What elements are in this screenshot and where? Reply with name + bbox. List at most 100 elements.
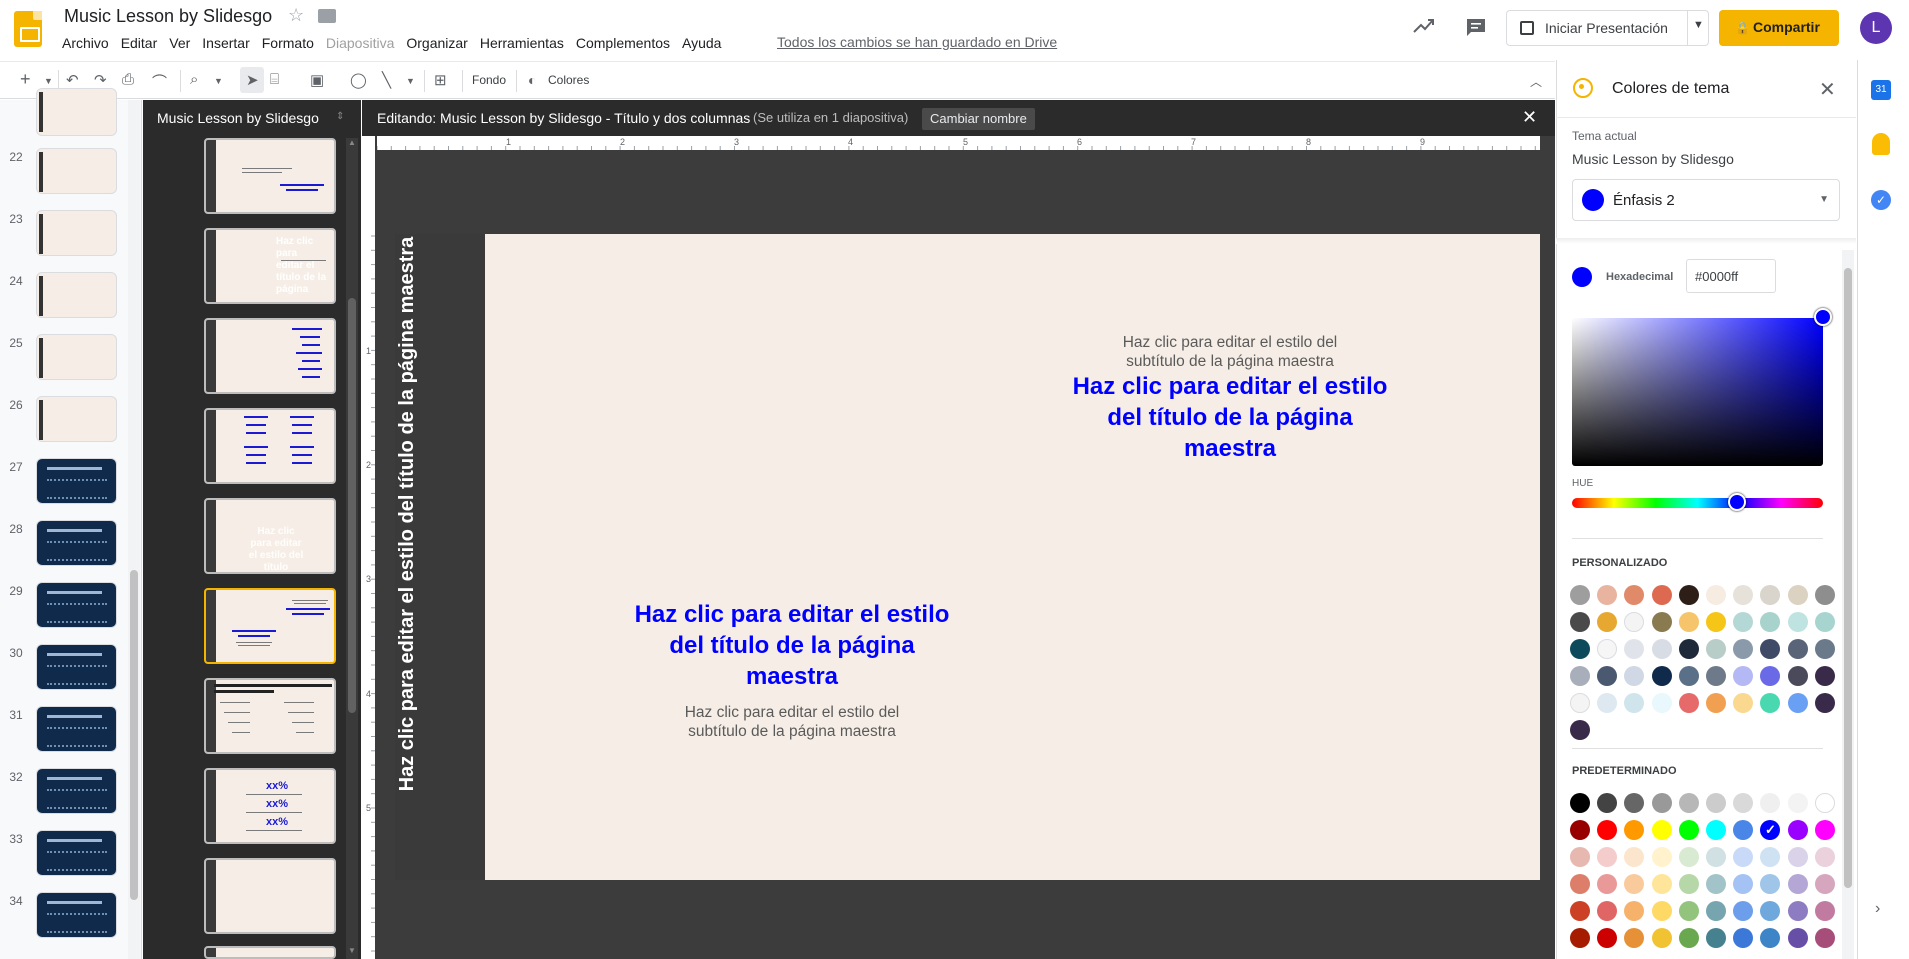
close-panel-icon[interactable]: ✕	[1819, 77, 1836, 102]
custom-color-swatch[interactable]	[1570, 720, 1590, 740]
default-color-swatch[interactable]	[1678, 793, 1699, 813]
filmstrip-scroll-thumb[interactable]	[130, 570, 138, 900]
custom-color-swatch[interactable]	[1651, 639, 1672, 659]
select-cursor-icon[interactable]: ➤	[246, 71, 259, 89]
layout-thumb[interactable]	[204, 408, 336, 484]
slide-canvas[interactable]	[485, 234, 1540, 880]
custom-color-swatch[interactable]	[1706, 666, 1726, 686]
custom-color-swatch[interactable]	[1787, 666, 1808, 686]
rename-button[interactable]: Cambiar nombre	[922, 108, 1035, 130]
menu-ayuda[interactable]: Ayuda	[676, 34, 727, 52]
keep-icon[interactable]	[1872, 133, 1890, 155]
filmstrip-slide-thumb[interactable]	[36, 396, 117, 442]
menu-herramientas[interactable]: Herramientas	[474, 34, 570, 52]
default-color-swatch[interactable]	[1570, 820, 1590, 840]
custom-color-swatch[interactable]	[1787, 693, 1808, 713]
background-button[interactable]: Fondo	[472, 73, 506, 87]
custom-color-swatch[interactable]	[1787, 585, 1808, 605]
custom-color-swatch[interactable]	[1814, 639, 1835, 659]
custom-color-swatch[interactable]	[1814, 693, 1835, 713]
custom-color-swatch[interactable]	[1814, 612, 1835, 632]
custom-color-swatch[interactable]	[1706, 585, 1726, 605]
menu-ver[interactable]: Ver	[163, 34, 196, 52]
custom-color-swatch[interactable]	[1570, 612, 1590, 632]
default-color-swatch[interactable]	[1814, 820, 1835, 840]
filmstrip-slide-thumb[interactable]	[36, 148, 117, 194]
star-icon[interactable]: ☆	[288, 5, 304, 26]
default-color-swatch[interactable]	[1570, 901, 1590, 921]
custom-color-swatch[interactable]	[1651, 612, 1672, 632]
account-avatar[interactable]: L	[1860, 12, 1892, 44]
layout-thumb-selected[interactable]	[204, 588, 336, 664]
layout-thumb[interactable]: xx% xx% xx%	[204, 768, 336, 844]
share-button[interactable]: 🔒 Compartir	[1719, 10, 1839, 46]
left-subtitle-placeholder[interactable]: Haz clic para editar el estilo del subtí…	[662, 703, 922, 741]
present-button[interactable]: Iniciar Presentación ▼	[1506, 10, 1709, 46]
filmstrip-slide-thumb[interactable]	[36, 88, 117, 136]
right-title-placeholder[interactable]: Haz clic para editar el estilo del títul…	[1060, 371, 1400, 464]
filmstrip-scrollbar[interactable]	[128, 100, 140, 959]
collapse-toolbar-icon[interactable]: ︿	[1530, 73, 1542, 90]
default-color-swatch[interactable]	[1787, 793, 1808, 813]
layouts-sort-icon[interactable]: ⇕	[336, 111, 344, 122]
layouts-scrollbar[interactable]	[346, 138, 358, 959]
comments-icon[interactable]	[1466, 18, 1486, 41]
filmstrip-slide-thumb[interactable]	[36, 458, 117, 504]
custom-color-swatch[interactable]	[1678, 666, 1699, 686]
default-color-swatch[interactable]	[1787, 820, 1808, 840]
layout-thumb[interactable]	[204, 318, 336, 394]
undo-icon[interactable]: ↶	[66, 71, 79, 89]
default-color-swatch[interactable]	[1787, 874, 1808, 894]
default-color-swatch[interactable]	[1651, 901, 1672, 921]
default-color-swatch[interactable]	[1678, 901, 1699, 921]
custom-color-swatch[interactable]	[1570, 585, 1590, 605]
default-color-swatch[interactable]	[1651, 847, 1672, 867]
saturation-handle[interactable]	[1814, 308, 1832, 326]
left-title-placeholder[interactable]: Haz clic para editar el estilo del títul…	[622, 599, 962, 692]
layout-thumb[interactable]	[204, 858, 336, 934]
default-color-swatch[interactable]	[1814, 928, 1835, 948]
default-color-swatch[interactable]	[1814, 793, 1835, 813]
default-color-swatch[interactable]	[1814, 901, 1835, 921]
calendar-icon[interactable]: 31	[1871, 80, 1891, 100]
folder-icon[interactable]	[318, 9, 336, 23]
default-color-swatch[interactable]	[1570, 928, 1590, 948]
menu-formato[interactable]: Formato	[256, 34, 320, 52]
custom-color-swatch[interactable]	[1570, 639, 1590, 659]
custom-color-swatch[interactable]	[1706, 639, 1726, 659]
palette-icon[interactable]: ◐	[528, 72, 536, 88]
layout-thumb[interactable]	[204, 946, 336, 959]
filmstrip-slide-thumb[interactable]	[36, 768, 117, 814]
custom-color-swatch[interactable]	[1678, 585, 1699, 605]
close-editing-icon[interactable]: ✕	[1522, 107, 1537, 128]
present-dropdown-icon[interactable]: ▼	[1693, 19, 1704, 31]
default-color-swatch[interactable]	[1706, 847, 1726, 867]
text-box-icon[interactable]: ⌸	[270, 71, 279, 88]
menu-complementos[interactable]: Complementos	[570, 34, 676, 52]
default-color-swatch[interactable]	[1651, 820, 1672, 840]
custom-color-swatch[interactable]	[1678, 612, 1699, 632]
layout-thumb[interactable]	[204, 678, 336, 754]
default-color-swatch[interactable]	[1706, 874, 1726, 894]
menu-editar[interactable]: Editar	[115, 34, 164, 52]
custom-color-swatch[interactable]	[1651, 585, 1672, 605]
default-color-swatch[interactable]	[1814, 874, 1835, 894]
new-slide-icon[interactable]: +	[20, 69, 31, 90]
custom-color-swatch[interactable]	[1814, 666, 1835, 686]
default-color-swatch[interactable]	[1787, 847, 1808, 867]
tasks-icon[interactable]: ✓	[1871, 190, 1891, 210]
custom-color-swatch[interactable]	[1651, 693, 1672, 713]
default-color-swatch[interactable]	[1651, 874, 1672, 894]
default-color-swatch[interactable]	[1706, 901, 1726, 921]
default-color-swatch[interactable]	[1651, 793, 1672, 813]
menu-organizar[interactable]: Organizar	[400, 34, 473, 52]
default-color-swatch[interactable]	[1787, 928, 1808, 948]
default-color-swatch[interactable]	[1651, 928, 1672, 948]
menu-archivo[interactable]: Archivo	[56, 34, 115, 52]
scroll-up-icon[interactable]: ▲	[348, 138, 356, 147]
filmstrip-slide-thumb[interactable]	[36, 334, 117, 380]
custom-color-swatch[interactable]	[1706, 612, 1726, 632]
filmstrip-slide-thumb[interactable]	[36, 272, 117, 318]
default-color-swatch[interactable]	[1678, 820, 1699, 840]
custom-color-swatch[interactable]	[1678, 693, 1699, 713]
